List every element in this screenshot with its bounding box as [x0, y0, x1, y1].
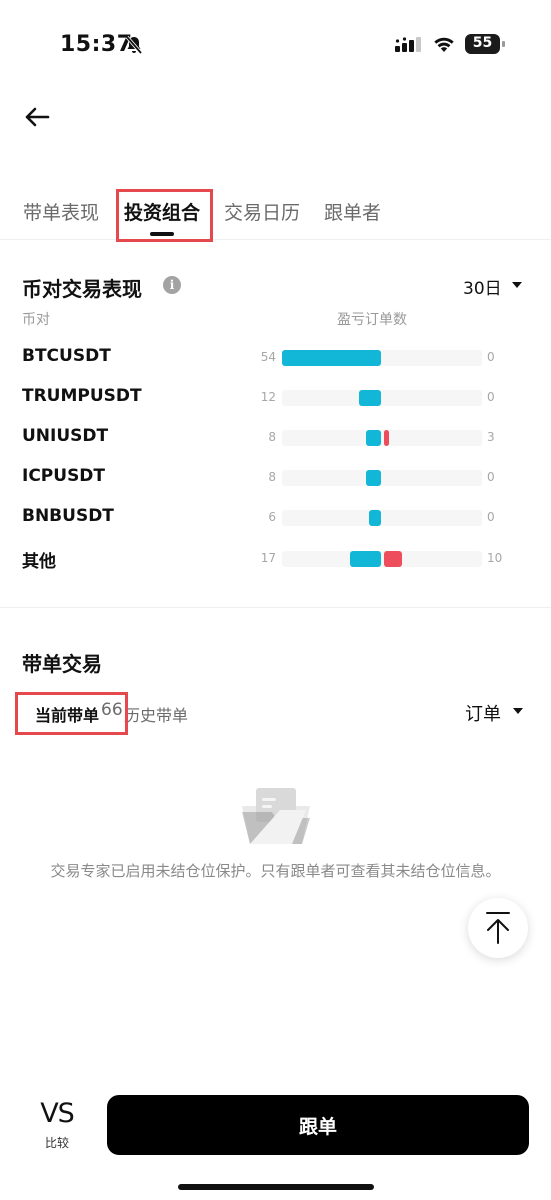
battery-icon: 55	[465, 34, 505, 54]
win-count: 8	[268, 470, 276, 484]
pair-name: UNIUSDT	[22, 426, 109, 446]
loss-count: 0	[487, 510, 495, 524]
win-count: 12	[260, 390, 276, 404]
win-count: 54	[260, 350, 276, 364]
section-divider	[0, 607, 551, 608]
vs-icon: VS	[40, 1098, 75, 1129]
wifi-icon	[434, 37, 454, 52]
win-bar	[359, 390, 381, 406]
bell-muted-icon	[125, 35, 143, 55]
arrow-up-icon	[486, 912, 510, 944]
loss-count: 10	[487, 551, 503, 565]
win-bar	[366, 430, 381, 446]
subtab-history-trades[interactable]: 历史带单	[124, 702, 188, 726]
bar-track	[282, 470, 482, 486]
pair-name: BNBUSDT	[22, 506, 114, 526]
tab-lead-performance[interactable]: 带单表现	[23, 198, 99, 225]
period-select[interactable]: 30日	[463, 274, 502, 299]
win-bar	[366, 470, 381, 486]
win-bar	[349, 551, 381, 567]
arrow-left-icon	[25, 107, 50, 127]
status-bar: 15:37 55	[0, 0, 551, 90]
back-button[interactable]	[20, 102, 54, 132]
compare-label: 比较	[44, 1136, 69, 1150]
bar-track	[282, 510, 482, 526]
compare-button[interactable]: VS 比较	[30, 1098, 84, 1156]
win-count: 8	[268, 430, 276, 444]
loss-count: 0	[487, 350, 495, 364]
win-count: 17	[260, 551, 276, 565]
column-header-orders: 盈亏订单数	[337, 312, 407, 328]
lead-trades-title: 带单交易	[22, 652, 102, 676]
win-bar	[369, 510, 381, 526]
bar-track	[282, 551, 482, 567]
loss-count: 3	[487, 430, 495, 444]
pair-row: BNBUSDT 6 0	[0, 503, 551, 533]
loss-bar	[384, 430, 390, 446]
info-icon[interactable]: i	[163, 276, 181, 294]
battery-level: 55	[472, 35, 493, 51]
win-bar	[282, 350, 381, 366]
follow-button[interactable]: 跟单	[107, 1095, 529, 1155]
win-count: 6	[268, 510, 276, 524]
pair-name: BTCUSDT	[22, 346, 111, 366]
pair-row: 其他 17 10	[0, 544, 551, 574]
pair-name: ICPUSDT	[22, 466, 106, 486]
home-indicator	[178, 1184, 374, 1190]
column-header-pair: 币对	[22, 312, 50, 328]
loss-count: 0	[487, 470, 495, 484]
empty-document-icon	[242, 788, 310, 844]
pair-performance-title: 币对交易表现	[22, 277, 142, 301]
annotation-highlight-tab	[116, 189, 213, 242]
signal-icon	[395, 37, 421, 52]
caret-down-icon[interactable]	[512, 282, 522, 288]
status-time: 15:37	[60, 32, 133, 57]
pair-name: TRUMPUSDT	[22, 386, 142, 406]
caret-down-icon[interactable]	[513, 708, 523, 714]
pair-row: ICPUSDT 8 0	[0, 463, 551, 493]
empty-state-message: 交易专家已启用未结仓位保护。只有跟单者可查看其未结仓位信息。	[50, 862, 501, 880]
pair-row: BTCUSDT 54 0	[0, 343, 551, 373]
tab-trade-calendar[interactable]: 交易日历	[224, 198, 300, 225]
pair-row: TRUMPUSDT 12 0	[0, 383, 551, 413]
bar-track	[282, 390, 482, 406]
order-filter-select[interactable]: 订单	[465, 700, 501, 726]
scroll-to-top-button[interactable]	[468, 898, 528, 958]
loss-bar	[384, 551, 403, 567]
pair-name: 其他	[22, 552, 56, 572]
tab-bar: 带单表现 投资组合 交易日历 跟单者	[0, 188, 551, 240]
pair-row: UNIUSDT 8 3	[0, 423, 551, 453]
bar-track	[282, 430, 482, 446]
tab-followers[interactable]: 跟单者	[324, 198, 381, 225]
loss-count: 0	[487, 390, 495, 404]
annotation-highlight-current	[15, 692, 128, 735]
